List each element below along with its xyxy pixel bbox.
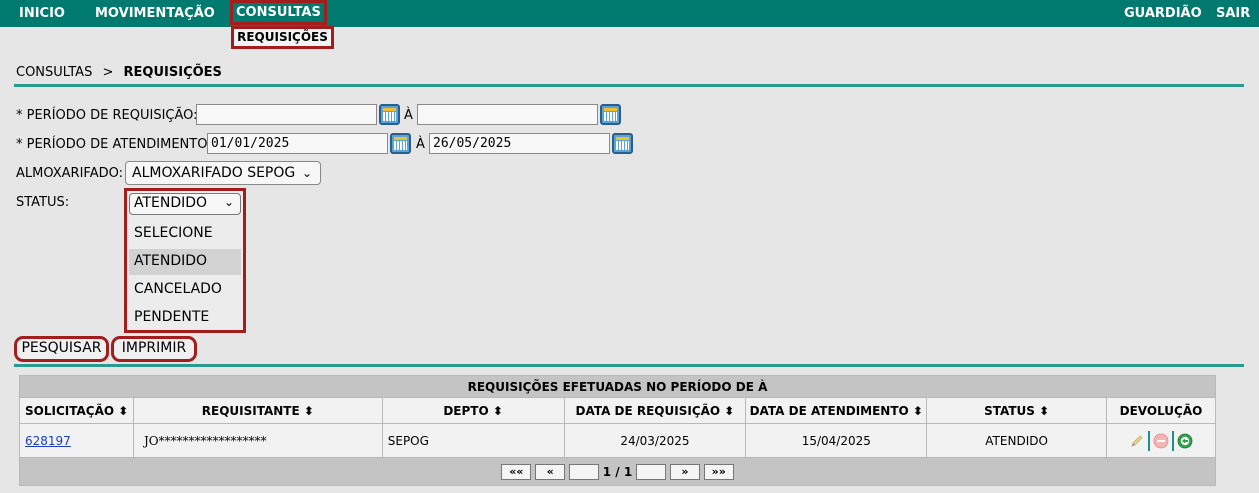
data-requisicao-cell: 24/03/2025 bbox=[563, 423, 747, 458]
status-label: STATUS: bbox=[16, 195, 70, 210]
breadcrumb-parent[interactable]: CONSULTAS bbox=[16, 65, 92, 80]
solicitacao-link[interactable]: 628197 bbox=[25, 434, 71, 448]
devolucao-actions bbox=[1106, 423, 1216, 458]
column-header-data-atendimento[interactable]: DATA DE ATENDIMENTO ⬍ bbox=[745, 397, 928, 424]
action-separator bbox=[1148, 430, 1150, 451]
status-select-value: ATENDIDO bbox=[134, 195, 208, 211]
status-option-cancelado[interactable]: CANCELADO bbox=[129, 277, 241, 303]
nav-guardiao[interactable]: GUARDIÃO bbox=[1124, 6, 1202, 21]
nav-sair[interactable]: SAIR bbox=[1216, 6, 1250, 21]
pager-page-input[interactable] bbox=[636, 463, 667, 480]
status-select[interactable]: ATENDIDO ⌄ bbox=[129, 193, 241, 215]
column-header-solicitacao[interactable]: SOLICITAÇÃO ⬍ bbox=[19, 397, 134, 424]
action-separator bbox=[1172, 430, 1174, 451]
column-header-depto[interactable]: DEPTO ⬍ bbox=[381, 397, 565, 424]
edit-icon[interactable] bbox=[1129, 433, 1145, 449]
divider bbox=[14, 364, 1244, 367]
periodo-requisicao-inicio-input[interactable] bbox=[196, 104, 377, 125]
pager-page-input[interactable] bbox=[568, 463, 599, 480]
breadcrumb-current: REQUISIÇÕES bbox=[123, 65, 222, 80]
cancel-icon[interactable] bbox=[1153, 433, 1169, 449]
almoxarifado-label: ALMOXARIFADO: bbox=[16, 166, 123, 181]
imprimir-button[interactable]: IMPRIMIR bbox=[111, 336, 197, 362]
status-cell: ATENDIDO bbox=[926, 423, 1107, 458]
submenu-requisicoes[interactable]: REQUISIÇÕES bbox=[231, 26, 334, 49]
return-icon[interactable] bbox=[1177, 433, 1193, 449]
pager-page-indicator: 1 / 1 bbox=[602, 464, 633, 479]
pager-first-button[interactable]: «« bbox=[501, 463, 532, 480]
requisicoes-table: REQUISIÇÕES EFETUADAS NO PERÍODO DE À SO… bbox=[19, 375, 1216, 486]
to-label: À bbox=[404, 108, 413, 123]
calendar-icon[interactable] bbox=[612, 133, 633, 154]
breadcrumb-separator: > bbox=[102, 65, 114, 80]
requisitante-cell: JO****************** bbox=[132, 423, 383, 458]
column-header-data-requisicao[interactable]: DATA DE REQUISIÇÃO ⬍ bbox=[563, 397, 747, 424]
divider bbox=[14, 84, 1244, 87]
top-navigation-bar: INICIO MOVIMENTAÇÃO CONSULTAS GUARDIÃO S… bbox=[0, 0, 1259, 27]
pagination: «« « 1 / 1 » »» bbox=[19, 457, 1216, 486]
calendar-icon[interactable] bbox=[379, 104, 400, 125]
depto-cell: SEPOG bbox=[381, 423, 565, 458]
pager-last-button[interactable]: »» bbox=[703, 463, 734, 480]
data-atendimento-cell: 15/04/2025 bbox=[745, 423, 928, 458]
column-header-devolucao: DEVOLUÇÃO bbox=[1106, 397, 1216, 424]
chevron-down-icon: ⌄ bbox=[223, 195, 234, 209]
periodo-atendimento-label: * PERÍODO DE ATENDIMENTO: bbox=[16, 137, 212, 152]
status-option-selecione[interactable]: SELECIONE bbox=[129, 221, 241, 247]
nav-consultas[interactable]: CONSULTAS bbox=[230, 0, 327, 25]
nav-movimentacao[interactable]: MOVIMENTAÇÃO bbox=[95, 6, 215, 21]
calendar-icon[interactable] bbox=[600, 104, 621, 125]
to-label: À bbox=[416, 137, 425, 152]
status-option-atendido[interactable]: ATENDIDO bbox=[129, 249, 241, 275]
periodo-requisicao-label: * PERÍODO DE REQUISIÇÃO: bbox=[16, 108, 198, 123]
pesquisar-button[interactable]: PESQUISAR bbox=[14, 336, 109, 362]
periodo-requisicao-fim-input[interactable] bbox=[417, 104, 598, 125]
column-header-requisitante[interactable]: REQUISITANTE ⬍ bbox=[132, 397, 383, 424]
almoxarifado-select-value: ALMOXARIFADO SEPOG bbox=[132, 165, 296, 181]
status-dropdown[interactable]: ATENDIDO ⌄ SELECIONE ATENDIDO CANCELADO … bbox=[124, 188, 246, 333]
status-option-pendente[interactable]: PENDENTE bbox=[129, 305, 241, 331]
almoxarifado-select[interactable]: ALMOXARIFADO SEPOG ⌄ bbox=[125, 161, 321, 185]
periodo-atendimento-inicio-input[interactable]: 01/01/2025 bbox=[207, 133, 388, 154]
calendar-icon[interactable] bbox=[390, 133, 411, 154]
pager-next-button[interactable]: » bbox=[669, 463, 700, 480]
table-row: 628197 JO****************** SEPOG 24/03/… bbox=[19, 423, 1216, 458]
table-caption: REQUISIÇÕES EFETUADAS NO PERÍODO DE À bbox=[19, 375, 1216, 398]
column-header-status[interactable]: STATUS ⬍ bbox=[926, 397, 1107, 424]
nav-inicio[interactable]: INICIO bbox=[19, 6, 65, 21]
breadcrumb: CONSULTAS > REQUISIÇÕES bbox=[16, 65, 222, 80]
pager-prev-button[interactable]: « bbox=[535, 463, 566, 480]
periodo-atendimento-fim-input[interactable]: 26/05/2025 bbox=[429, 133, 610, 154]
chevron-down-icon: ⌄ bbox=[301, 166, 312, 180]
